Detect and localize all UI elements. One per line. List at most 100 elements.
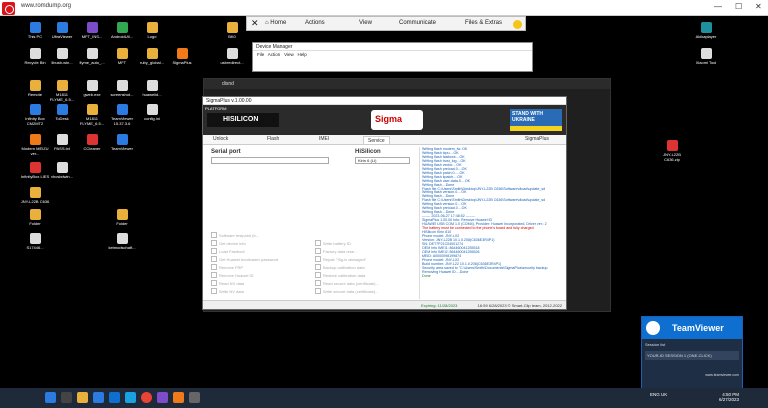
desktop-icon-label: MFT_INS... — [81, 34, 103, 39]
desktop-icon[interactable]: Infinity Box CM2MT2 — [20, 104, 50, 126]
desktop-icon-glyph-icon — [700, 22, 712, 33]
maximize-icon[interactable]: ☐ — [735, 2, 742, 11]
desktop-icon[interactable]: usbredirect... — [217, 48, 247, 65]
desktop-icon[interactable]: libusb-win... — [47, 48, 77, 65]
tab-service[interactable]: Service — [363, 136, 390, 144]
close-session-icon[interactable]: ✕ — [251, 18, 259, 29]
desktop-icon[interactable]: Logo — [137, 22, 167, 39]
files-extras-button[interactable]: Files & Extras — [465, 20, 502, 26]
language-indicator[interactable]: ENG UK — [650, 392, 667, 397]
file-explorer-icon[interactable] — [77, 392, 88, 403]
communicate-button[interactable]: Communicate — [399, 20, 436, 26]
desktop-icon[interactable]: PASS.txt — [47, 134, 77, 151]
view-button[interactable]: View — [359, 20, 372, 26]
desktop-icon[interactable]: M1811 FLYME_6.5... — [47, 80, 77, 102]
app-icon[interactable] — [157, 392, 168, 403]
search-icon[interactable] — [61, 392, 72, 403]
home-button[interactable]: ⌂ Home — [265, 20, 286, 26]
clock[interactable]: 4:50 PM 6/27/2023 — [695, 392, 739, 402]
teamviewer-task-icon[interactable] — [109, 392, 120, 403]
desktop-icon[interactable]: This PC — [20, 22, 50, 39]
desktop-icon[interactable]: Akikaplayer — [691, 22, 721, 39]
sigmaplus-task-icon[interactable] — [173, 392, 184, 403]
desktop-icon[interactable]: Recycle Bin — [20, 48, 50, 65]
desktop-icon[interactable]: screenshot... — [107, 80, 137, 97]
desktop-icon[interactable]: MFT_INS... — [77, 22, 107, 39]
option-left-checkbox[interactable]: Get device info — [211, 240, 246, 246]
desktop-icon-label: Xiaomi Tool — [695, 60, 717, 65]
desktop-icon[interactable]: JNY-L22B C636.zip — [657, 140, 687, 162]
tab-flash[interactable]: Flash — [267, 136, 279, 144]
telegram-icon[interactable] — [125, 392, 136, 403]
desktop-icon[interactable]: M1811 FLYME_6.5... — [77, 104, 107, 126]
teamviewer-panel[interactable]: TeamViewer Session list YOUR-ID SESSION … — [641, 316, 743, 389]
desktop-icon[interactable]: ketmodschaft... — [107, 233, 137, 250]
option-left-checkbox[interactable]: Remove FRP — [211, 264, 243, 270]
option-right-checkbox[interactable]: Write secure data (certificate)... — [315, 288, 379, 294]
app2-icon[interactable] — [189, 392, 200, 403]
tab-sigmaplus[interactable]: SigmaPlus — [525, 136, 549, 144]
desktop-icon[interactable]: SigmaPlus — [167, 48, 197, 65]
option-right-checkbox[interactable]: Read secure data (certificate)... — [315, 280, 379, 286]
edge-icon[interactable] — [93, 392, 104, 403]
desktop-icon[interactable]: AndroidUti... — [107, 22, 137, 39]
option-right-checkbox[interactable]: Restore calibration data — [315, 272, 365, 278]
desktop-icon[interactable]: ruby_global... — [137, 48, 167, 65]
desktop-icon[interactable]: vhcsbdwin... — [47, 162, 77, 179]
option-left-checkbox[interactable]: Software testpoint (b... — [211, 232, 259, 238]
desktop-icon[interactable]: MFT — [107, 48, 137, 65]
option-left-checkbox[interactable]: Get Huawei bootloader password — [211, 256, 278, 262]
menu-file[interactable]: File — [257, 52, 264, 57]
menu-view[interactable]: View — [284, 52, 294, 57]
desktop-icon[interactable]: flyme_auto_... — [77, 48, 107, 65]
status-bar: Expiring: 11/28/2023 16:59 6/28/2023 © S… — [203, 300, 566, 309]
minimize-icon[interactable]: — — [714, 2, 722, 11]
option-right-checkbox[interactable]: Factory data rese... — [315, 248, 357, 254]
desktop-icon[interactable]: InfinityBox LIES — [20, 162, 50, 179]
session-item[interactable]: YOUR-ID SESSION 1 (ONE-CLICK) — [645, 351, 739, 360]
tab-unlock[interactable]: Unlock — [213, 136, 228, 144]
emoji-icon[interactable] — [513, 20, 522, 29]
desktop-icon[interactable]: gweb.exe — [77, 80, 107, 97]
option-right-checkbox[interactable]: Backup calibration data — [315, 264, 365, 270]
desktop-icon[interactable]: BK0 — [217, 22, 247, 39]
explorer-tab[interactable]: disnd — [204, 79, 610, 89]
desktop-icon[interactable]: ToDesk — [47, 104, 77, 121]
close-icon[interactable]: ✕ — [755, 2, 762, 11]
desktop-icon-glyph-icon — [86, 48, 98, 59]
platform-label: PLATFORM — [205, 106, 227, 111]
actions-button[interactable]: Actions — [305, 20, 325, 26]
serial-port-select[interactable] — [211, 157, 329, 164]
desktop-icon[interactable]: Folder — [20, 209, 50, 226]
desktop-icon[interactable]: TeamViewer — [107, 134, 137, 151]
menu-help[interactable]: Help — [298, 52, 307, 57]
option-right-checkbox[interactable]: Repair "Sig.is damaged" — [315, 256, 366, 262]
browser-url[interactable]: www.romdump.org — [21, 3, 71, 9]
option-left-checkbox[interactable]: Read NV data — [211, 280, 244, 286]
desktop-icon[interactable]: TeamViewer 15.37.3.6 — [107, 104, 137, 126]
romdump-logo-icon[interactable] — [2, 2, 15, 15]
start-icon[interactable] — [45, 392, 56, 403]
option-left-checkbox[interactable]: Write NV data — [211, 288, 244, 294]
desktop-icon[interactable]: config.ini — [137, 104, 167, 121]
desktop-icon[interactable]: Xiaomi Tool — [691, 48, 721, 65]
desktop-icon[interactable]: JNY-L22B C636 — [20, 187, 50, 204]
menu-action[interactable]: Action — [268, 52, 281, 57]
option-left-checkbox[interactable]: Remove Huawei ID — [211, 272, 253, 278]
desktop-icon[interactable]: huaweiid... — [137, 80, 167, 97]
desktop-icon[interactable]: S17446... — [20, 233, 50, 250]
chrome-icon[interactable] — [141, 392, 152, 403]
option-right-checkbox[interactable]: Write battery ID — [315, 240, 351, 246]
hisilicon-select[interactable]: Kirin 6 (LI) — [355, 157, 410, 164]
option-left-checkbox[interactable]: Load Fastboot — [211, 248, 245, 254]
desktop-icon[interactable]: Remote — [20, 80, 50, 97]
tab-imei[interactable]: IMEI — [319, 136, 329, 144]
desktop-icon-glyph-icon — [56, 48, 68, 59]
sigmaplus-window[interactable]: SigmaPlus v.1.00.00 PLATFORM HISILICON S… — [202, 96, 567, 310]
desktop-icon-label: config.ini — [144, 116, 160, 121]
device-manager-window[interactable]: Device Manager File Action View Help — [252, 42, 533, 72]
desktop-icon[interactable]: Modern MEIZU ver... — [20, 134, 50, 156]
desktop-icon[interactable]: UltraViewer — [47, 22, 77, 39]
desktop-icon[interactable]: CCleaner — [77, 134, 107, 151]
desktop-icon[interactable]: Folder — [107, 209, 137, 226]
